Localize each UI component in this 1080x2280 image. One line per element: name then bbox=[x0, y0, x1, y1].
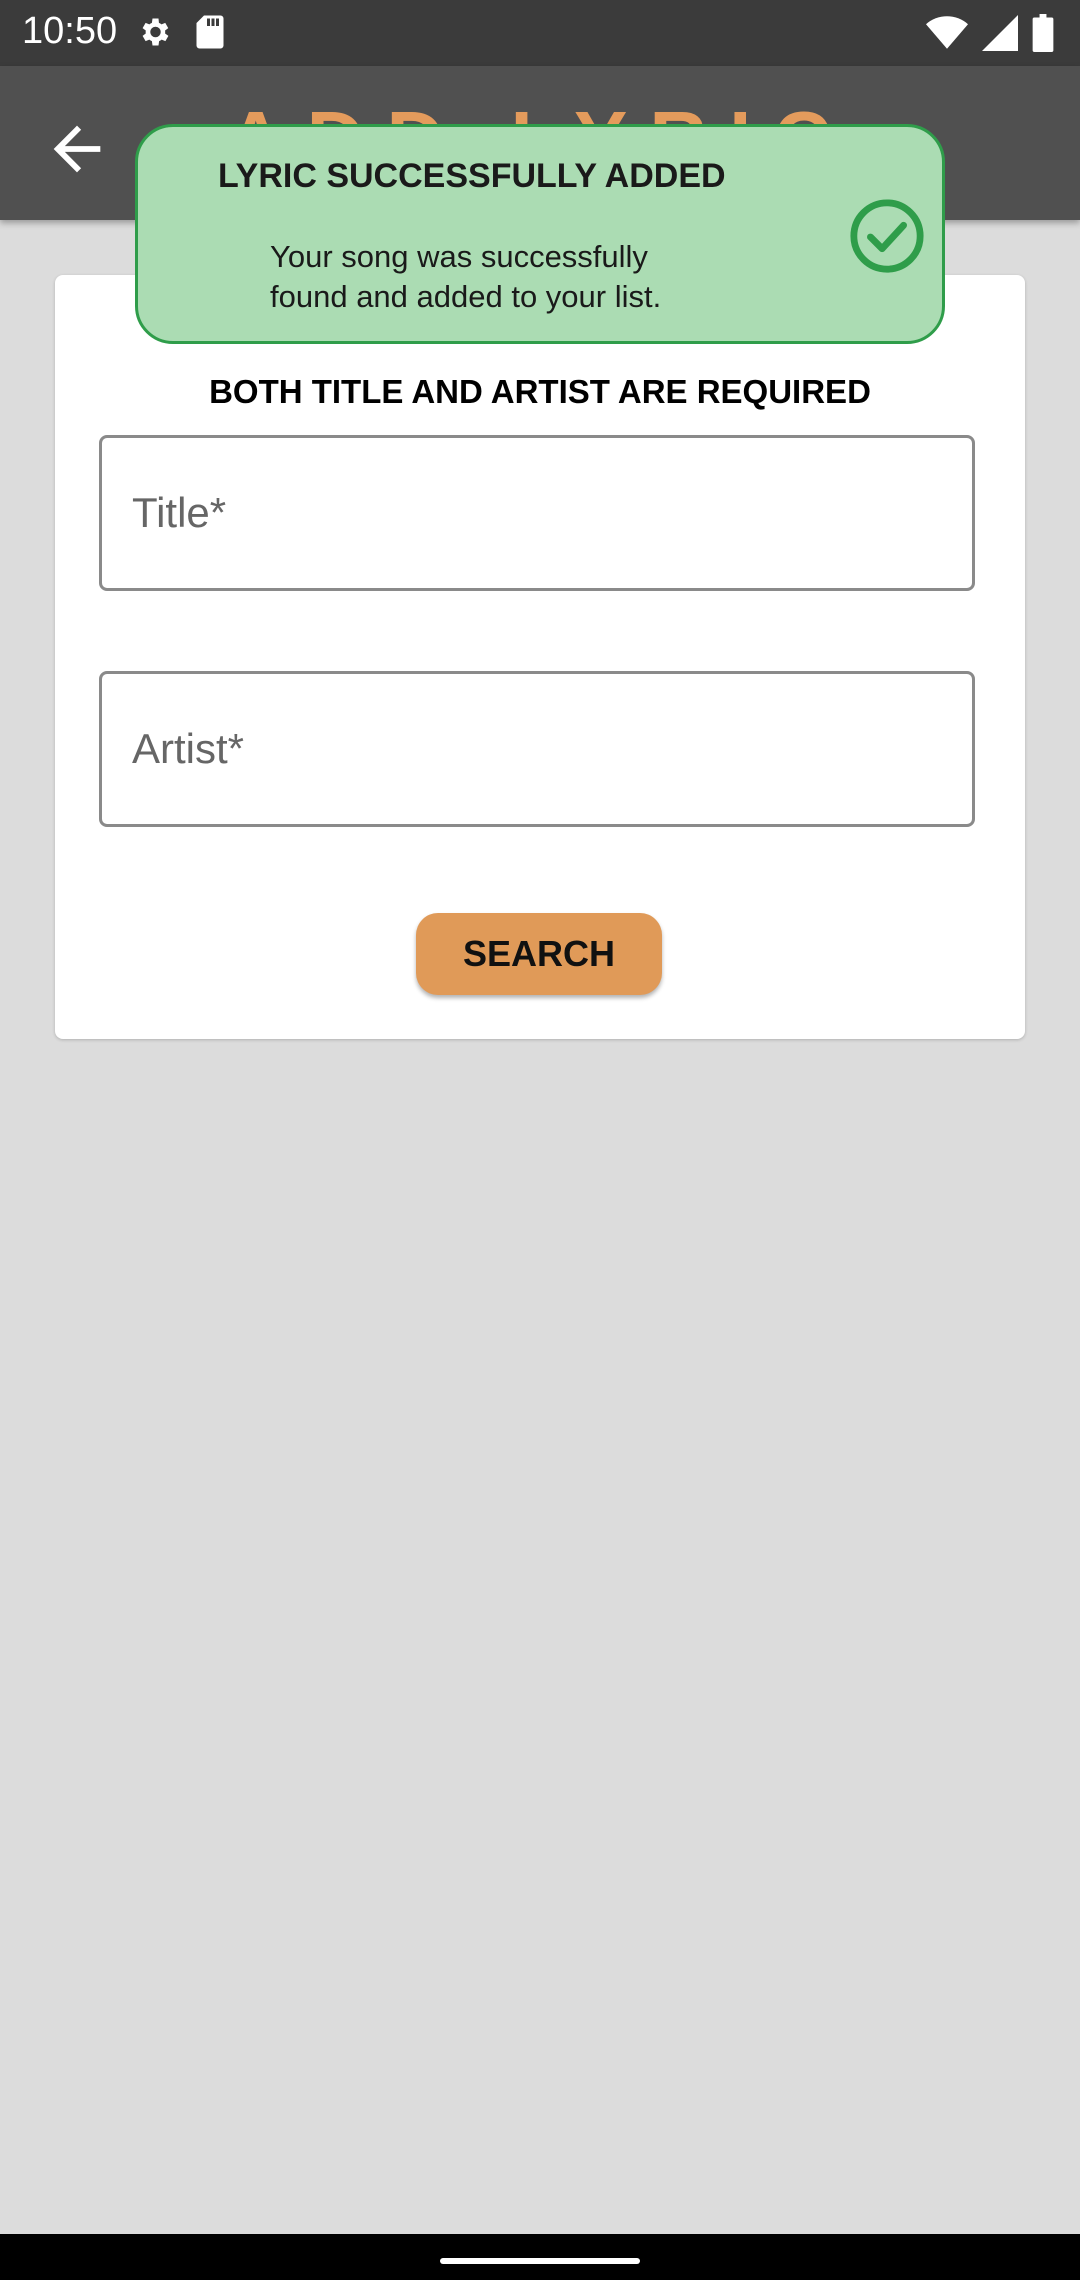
toast-message: Your song was successfully found and add… bbox=[270, 237, 750, 317]
navigation-bar bbox=[0, 2234, 1080, 2280]
search-card: BOTH TITLE AND ARTIST ARE REQUIRED SEARC… bbox=[55, 275, 1025, 1039]
wifi-icon bbox=[926, 16, 968, 49]
check-circle-icon bbox=[850, 199, 924, 273]
battery-icon bbox=[1032, 14, 1054, 52]
requirement-text: BOTH TITLE AND ARTIST ARE REQUIRED bbox=[209, 373, 871, 410]
toast-title: LYRIC SUCCESSFULLY ADDED bbox=[218, 157, 726, 195]
success-toast[interactable]: LYRIC SUCCESSFULLY ADDED Your song was s… bbox=[135, 124, 945, 344]
settings-icon bbox=[142, 18, 169, 46]
status-icons-left bbox=[136, 14, 226, 50]
toast-message-line2: found and added to your list. bbox=[270, 279, 662, 314]
artist-field[interactable] bbox=[99, 671, 975, 827]
signal-icon bbox=[982, 15, 1018, 51]
status-bar: 10:50 bbox=[0, 0, 1080, 66]
artist-input[interactable] bbox=[102, 674, 972, 824]
home-indicator[interactable] bbox=[440, 2258, 640, 2264]
sd-card-icon bbox=[196, 15, 224, 49]
status-time: 10:50 bbox=[22, 10, 118, 52]
search-button[interactable]: SEARCH bbox=[416, 913, 662, 995]
title-field[interactable] bbox=[99, 435, 975, 591]
toast-message-line1: Your song was successfully bbox=[270, 239, 648, 274]
status-icons-right bbox=[926, 14, 1054, 52]
title-input[interactable] bbox=[102, 438, 972, 588]
